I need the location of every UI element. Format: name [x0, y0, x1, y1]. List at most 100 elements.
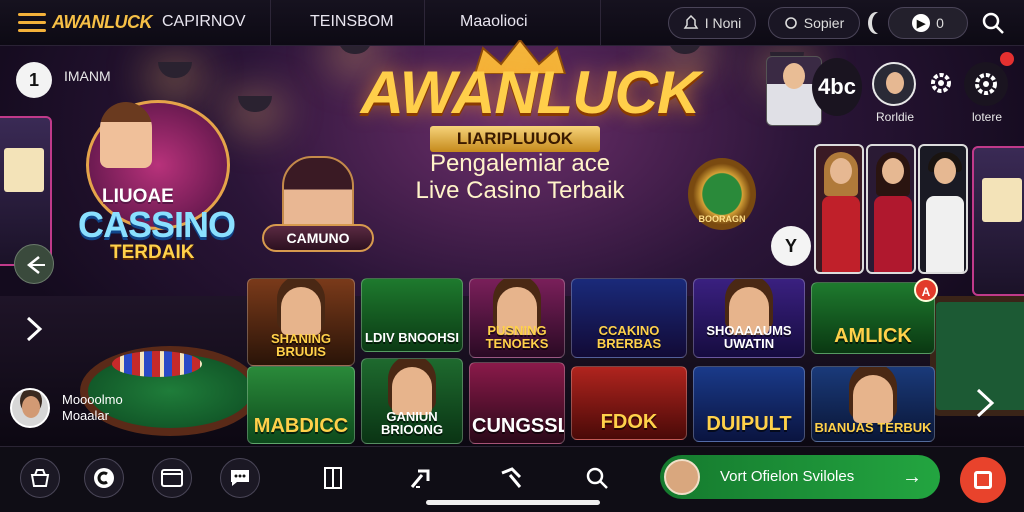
game-tile-label: GANIUN BRIOONG	[380, 408, 444, 438]
dealer-card[interactable]	[918, 144, 968, 274]
nav-item-2[interactable]: TEINSBOM	[310, 13, 394, 31]
dealer-card[interactable]	[814, 144, 864, 274]
hostess-image	[100, 102, 152, 168]
gear-icon[interactable]	[924, 66, 958, 100]
camuno-badge[interactable]: CAMUNO	[262, 156, 374, 252]
game-tile[interactable]: SHANING BRUUIS	[247, 278, 355, 366]
home-indicator[interactable]	[426, 500, 600, 505]
game-character	[853, 375, 893, 423]
back-button[interactable]	[14, 244, 54, 284]
cta-avatar	[664, 459, 700, 495]
game-tile[interactable]: BIANUAS TERBUK	[811, 366, 935, 442]
coin-button[interactable]	[84, 458, 124, 498]
register-button[interactable]: Sopier	[768, 7, 860, 39]
game-tile-label: FDOK	[600, 411, 658, 433]
register-label: Sopier	[803, 15, 845, 31]
notifications-button[interactable]: I Noni	[668, 7, 756, 39]
dealer-portrait	[282, 156, 354, 230]
bell-icon	[683, 15, 699, 29]
settings-button[interactable]	[964, 62, 1008, 106]
chevron-right-icon[interactable]	[22, 314, 46, 344]
level-chip[interactable]: 1	[16, 62, 52, 98]
hero-subtitle-line2: Live Casino Terbaik	[415, 177, 625, 204]
balance-counter[interactable]: 4bc	[812, 58, 862, 116]
game-tile-label: AMLICK	[834, 325, 912, 347]
game-tile[interactable]: CCAKINO BRERBAS	[571, 278, 687, 358]
hero-title: AWANLUCK	[360, 59, 701, 126]
book-button[interactable]	[316, 461, 350, 495]
ceiling-lamp	[238, 96, 272, 112]
ceiling-lamp	[668, 46, 702, 54]
refresh-icon	[784, 17, 797, 29]
slot-machine	[0, 116, 52, 266]
settings-label: lotere	[972, 110, 1003, 124]
tools-button[interactable]	[404, 461, 438, 495]
search-button[interactable]	[580, 461, 614, 495]
hero-ribbon: LIARIPLUUOK	[430, 126, 600, 152]
game-tile[interactable]: LDIV BNOOHSI	[361, 278, 463, 352]
back-arrow-icon	[26, 256, 45, 274]
window-button[interactable]	[152, 458, 192, 498]
nav-item-1[interactable]: CAPIRNOV	[162, 13, 246, 31]
moon-icon[interactable]	[872, 12, 888, 34]
bonus-coin[interactable]: BOORAGN	[688, 158, 756, 230]
pickaxe-button[interactable]	[494, 461, 528, 495]
poker-chips	[112, 351, 202, 377]
game-tile-label: LDIV BNOOHSI	[365, 330, 459, 346]
shop-button[interactable]	[20, 458, 60, 498]
tools-icon	[410, 469, 430, 488]
dice-icon: Y	[771, 226, 811, 266]
settings-gear-icon	[975, 73, 997, 95]
shop-icon	[30, 469, 50, 487]
game-tile-label: PUSNING TENOEKS	[485, 322, 549, 352]
notifications-label: I Noni	[704, 15, 742, 31]
game-tile[interactable]: GANIUN BRIOONG	[361, 358, 463, 444]
stop-button[interactable]	[960, 457, 1006, 503]
ceiling-lamp	[338, 46, 372, 54]
stop-icon	[974, 471, 992, 489]
user-subtitle: Moaalar	[62, 408, 109, 423]
game-tile-label: MABDICC	[253, 415, 349, 437]
new-badge: A	[914, 278, 938, 302]
brand-logo[interactable]: AWANLUCK	[52, 12, 153, 33]
game-tile-label: SHANING BRUUIS	[271, 330, 331, 360]
game-tile[interactable]: FDOK	[571, 366, 687, 440]
game-tile-label: BIANUAS TERBUK	[814, 420, 932, 436]
cassino-terbaik-badge[interactable]: LIUOAE CASSINO TERDAIK	[76, 94, 240, 270]
game-tile-label: CCAKINO BRERBAS	[596, 322, 662, 352]
profile-avatar[interactable]	[872, 62, 916, 106]
profile-label: Rorldie	[876, 110, 915, 124]
game-tile[interactable]: SHOAAAUMS UWATIN	[693, 278, 805, 358]
search-icon	[586, 467, 608, 489]
user-card[interactable]: Moooolmo Moaalar	[10, 388, 170, 432]
notification-dot	[1000, 52, 1014, 66]
game-character	[392, 367, 432, 415]
game-tile-label: SHOAAAUMS UWATIN	[706, 322, 792, 352]
user-avatar	[10, 388, 50, 428]
divider	[600, 0, 601, 46]
chat-button[interactable]	[220, 458, 260, 498]
coin-icon	[94, 468, 114, 488]
ceiling-lamp	[158, 62, 192, 78]
dealer-card[interactable]	[866, 144, 916, 274]
search-icon[interactable]	[980, 10, 1006, 36]
nav-item-3[interactable]: Maaolioci	[460, 13, 528, 31]
game-tile[interactable]: CUNGSSLIS	[469, 362, 565, 444]
cta-text: Vort Ofielon Sviloles	[720, 468, 855, 485]
side-label: IMANM	[64, 68, 111, 84]
game-tile[interactable]: PUSNING TENOEKS	[469, 278, 565, 358]
chevron-right-icon[interactable]	[972, 386, 998, 420]
badge-main-text: CASSINO	[78, 204, 236, 245]
toggle-value: 0	[936, 15, 944, 31]
game-tile[interactable]: MABDICC	[247, 366, 355, 444]
book-icon	[324, 467, 342, 489]
game-tile-label: CUNGSSLIS	[472, 415, 564, 437]
arrow-right-icon: →	[902, 466, 922, 488]
game-tile[interactable]: DUIPULT	[693, 366, 805, 442]
badge-bottom-text: TERDAIK	[110, 242, 195, 263]
cta-live-button[interactable]: Vort Ofielon Sviloles →	[660, 455, 940, 499]
menu-icon[interactable]	[18, 13, 46, 33]
window-icon	[161, 469, 183, 487]
theme-toggle[interactable]: ▶ 0	[888, 7, 968, 39]
divider	[270, 0, 271, 46]
